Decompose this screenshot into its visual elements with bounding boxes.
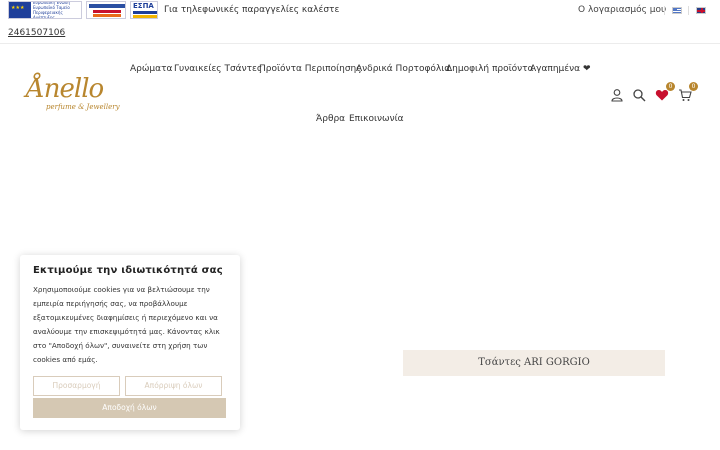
- nav-item-contact[interactable]: Επικοινωνία: [349, 114, 404, 124]
- cookie-consent-dialog: Εκτιμούμε την ιδιωτικότητά σας Χρησιμοπο…: [20, 255, 240, 430]
- eu-union-logo: Ευρωπαϊκή Ένωση Ευρωπαϊκό Ταμείο Περιφερ…: [8, 1, 82, 19]
- logo-wordmark: Ånello: [26, 74, 104, 104]
- greek-flag-icon[interactable]: [672, 7, 682, 14]
- espa-logo-text: ΕΣΠΑ: [133, 2, 154, 10]
- wishlist-count-badge: 0: [666, 82, 675, 91]
- site-logo[interactable]: Ånello perfume & Jewellery: [26, 74, 120, 114]
- wishlist-heart-icon[interactable]: 0: [655, 82, 675, 101]
- nav-item-mens-wallets[interactable]: Ανδρικά Πορτοφόλια: [356, 64, 450, 74]
- cookie-title: Εκτιμούμε την ιδιωτικότητά σας: [33, 265, 223, 276]
- nav-item-perfumes[interactable]: Αρώματα: [130, 64, 172, 74]
- phone-order-prompt: Για τηλεφωνικές παραγγελίες καλέστε: [164, 5, 340, 15]
- eu-flag-icon: [9, 2, 31, 18]
- cart-count-badge: 0: [689, 82, 698, 91]
- nav-item-articles[interactable]: Άρθρα: [316, 114, 345, 124]
- eu-logo-text: Ευρωπαϊκή Ένωση Ευρωπαϊκό Ταμείο Περιφερ…: [33, 1, 70, 19]
- user-icon[interactable]: [610, 87, 624, 102]
- english-flag-icon[interactable]: [696, 7, 706, 14]
- customize-button[interactable]: Προσαρμογή: [33, 376, 120, 396]
- reject-all-button[interactable]: Απόρριψη όλων: [125, 376, 222, 396]
- espa-logo: ΕΣΠΑ: [130, 1, 158, 19]
- eu-funding-logos: Ευρωπαϊκή Ένωση Ευρωπαϊκό Ταμείο Περιφερ…: [8, 1, 158, 19]
- divider: [688, 6, 689, 15]
- nav-item-favorites[interactable]: Αγαπημένα ❤: [530, 64, 591, 74]
- nav-item-popular-products[interactable]: Δημοφιλή προϊόντα: [446, 64, 534, 74]
- top-bar: Ευρωπαϊκή Ένωση Ευρωπαϊκό Ταμείο Περιφερ…: [0, 0, 720, 44]
- cookie-description: Χρησιμοποιούμε cookies για να βελτιώσουμ…: [33, 285, 220, 364]
- logo-tagline: perfume & Jewellery: [46, 103, 120, 111]
- my-account-link[interactable]: Ο λογαριασμός μου: [578, 5, 666, 15]
- divider: [664, 6, 665, 15]
- cart-icon[interactable]: 0: [678, 82, 698, 101]
- nav-item-womens-bags[interactable]: Γυναικείες Τσάντες: [174, 64, 262, 74]
- phone-number-link[interactable]: 2461507106: [8, 28, 65, 38]
- epanek-logo: [86, 1, 126, 19]
- product-category-banner[interactable]: Τσάντες ARI GORGIO: [403, 350, 665, 376]
- accept-all-button[interactable]: Αποδοχή όλων: [33, 398, 226, 418]
- nav-item-care-products[interactable]: Προϊόντα Περιποίησης: [259, 64, 362, 74]
- search-icon[interactable]: [632, 87, 646, 102]
